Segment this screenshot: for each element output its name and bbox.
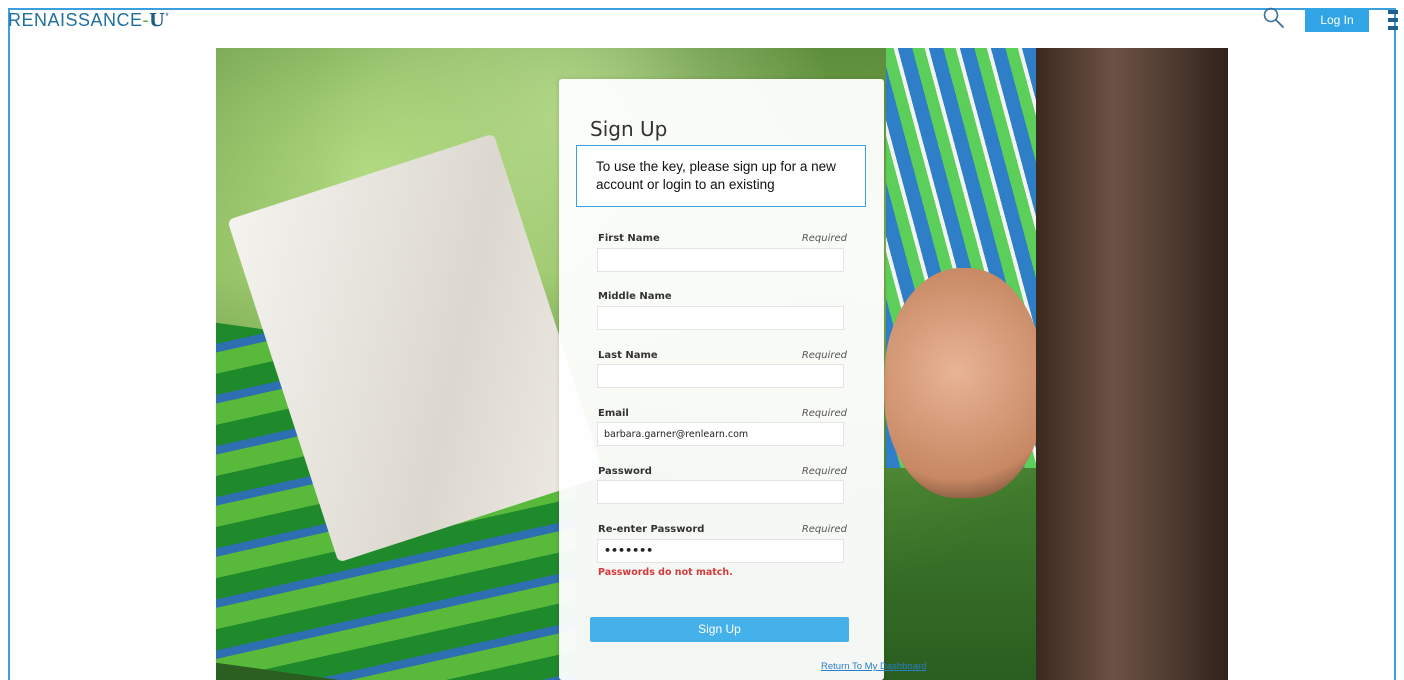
- reenter-password-label: Re-enter Password: [598, 524, 705, 535]
- search-icon[interactable]: [1262, 6, 1286, 30]
- signup-card: Sign Up To use the key, please sign up f…: [559, 79, 926, 680]
- header: RENAISSANCE-U* Log In: [0, 0, 1404, 48]
- reenter-password-field[interactable]: •••••••: [597, 539, 844, 563]
- first-name-required: Required: [801, 233, 847, 244]
- return-dashboard-link[interactable]: Return To My Dashboard: [821, 661, 926, 672]
- reenter-password-required: Required: [801, 524, 847, 535]
- info-note: To use the key, please sign up for a new…: [576, 145, 866, 207]
- last-name-required: Required: [801, 350, 847, 361]
- logo-u: U: [149, 10, 166, 31]
- signup-button[interactable]: Sign Up: [590, 617, 849, 642]
- password-field[interactable]: [597, 480, 844, 504]
- email-label: Email: [598, 408, 629, 419]
- girl-photo: [884, 268, 1044, 498]
- page-title: Sign Up: [590, 117, 668, 141]
- password-label: Password: [598, 466, 652, 477]
- login-button[interactable]: Log In: [1305, 8, 1369, 32]
- first-name-label: First Name: [598, 233, 660, 244]
- hamburger-menu-icon[interactable]: [1388, 10, 1398, 32]
- last-name-label: Last Name: [598, 350, 658, 361]
- email-field[interactable]: barbara.garner@renlearn.com: [597, 422, 844, 446]
- first-name-field[interactable]: [597, 248, 844, 272]
- tree-trunk: [1036, 48, 1228, 680]
- last-name-field[interactable]: [597, 364, 844, 388]
- error-message: Passwords do not match.: [598, 567, 733, 578]
- logo-mark: *: [165, 11, 170, 21]
- middle-name-field[interactable]: [597, 306, 844, 330]
- email-required: Required: [801, 408, 847, 419]
- logo[interactable]: RENAISSANCE-U*: [8, 10, 169, 31]
- logo-text: RENAISSANCE: [8, 10, 143, 30]
- password-required: Required: [801, 466, 847, 477]
- middle-name-label: Middle Name: [598, 291, 672, 302]
